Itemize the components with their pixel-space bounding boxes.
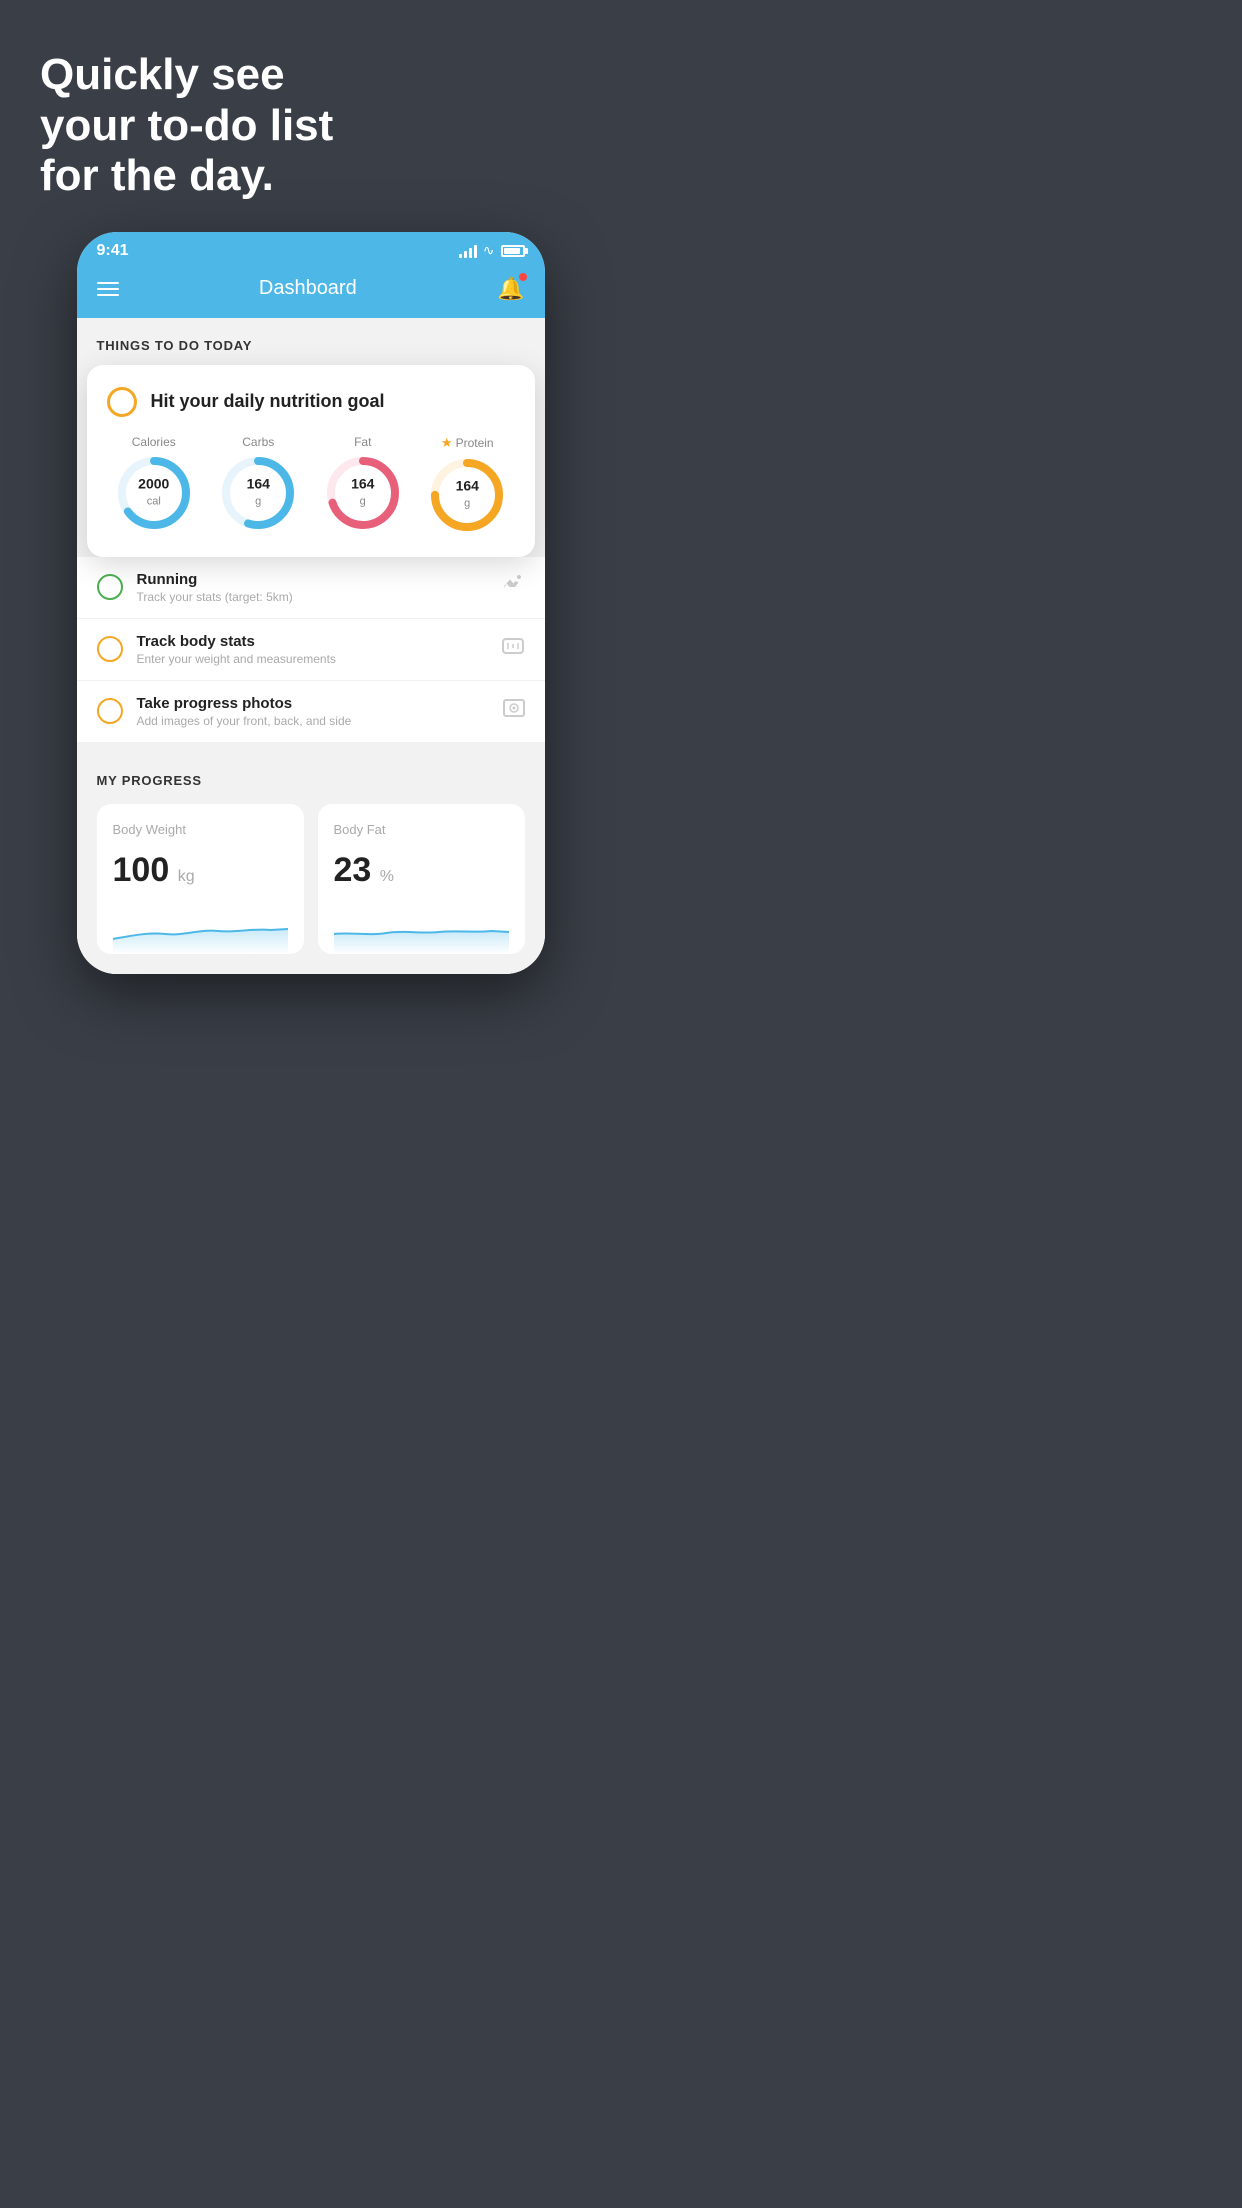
progress-photos-sub: Add images of your front, back, and side (137, 714, 489, 728)
wifi-icon: ∿ (483, 242, 495, 259)
notification-dot (519, 273, 527, 281)
body-stats-sub: Enter your weight and measurements (137, 652, 487, 666)
nutrition-card-title: Hit your daily nutrition goal (151, 391, 385, 412)
nav-bar: Dashboard 🔔 (77, 266, 545, 318)
progress-cards: Body Weight 100 kg (97, 804, 525, 954)
body-weight-label: Body Weight (113, 822, 288, 837)
body-stats-info: Track body stats Enter your weight and m… (137, 633, 487, 666)
battery-icon (501, 245, 525, 257)
things-to-do-heading: THINGS TO DO TODAY (77, 338, 545, 365)
status-icons: ∿ (459, 242, 525, 259)
running-check-circle[interactable] (97, 574, 123, 600)
body-fat-label: Body Fat (334, 822, 509, 837)
body-weight-card: Body Weight 100 kg (97, 804, 304, 954)
progress-heading: MY PROGRESS (97, 773, 525, 788)
fat-value: 164 (351, 476, 374, 491)
progress-photos-icon (503, 697, 525, 725)
status-time: 9:41 (97, 242, 129, 260)
running-sub: Track your stats (target: 5km) (137, 590, 485, 604)
carbs-unit: g (255, 496, 261, 508)
progress-photos-info: Take progress photos Add images of your … (137, 695, 489, 728)
todo-item-progress-photos[interactable]: Take progress photos Add images of your … (77, 681, 545, 743)
signal-icon (459, 244, 477, 258)
protein-unit: g (464, 498, 470, 510)
carbs-value: 164 (247, 476, 270, 491)
nutrition-check-circle[interactable] (107, 387, 137, 417)
body-fat-chart (334, 904, 509, 954)
carbs-label: Carbs (242, 435, 274, 449)
fat-unit: g (360, 496, 366, 508)
fat-item: Fat 164 g (323, 435, 403, 535)
protein-donut: 164 g (427, 455, 507, 535)
protein-label: ★ Protein (441, 435, 494, 451)
hero-title: Quickly see your to-do list for the day. (40, 50, 333, 202)
status-bar: 9:41 ∿ (77, 232, 545, 266)
body-fat-value-row: 23 % (334, 851, 509, 890)
calories-donut: 2000 cal (114, 453, 194, 533)
fat-donut: 164 g (323, 453, 403, 533)
progress-photos-name: Take progress photos (137, 695, 489, 712)
calories-label: Calories (132, 435, 176, 449)
running-icon (499, 573, 525, 601)
todo-list: Running Track your stats (target: 5km) T… (77, 557, 545, 743)
body-stats-check-circle[interactable] (97, 636, 123, 662)
todo-item-running[interactable]: Running Track your stats (target: 5km) (77, 557, 545, 619)
body-stats-icon (501, 635, 525, 663)
carbs-item: Carbs 164 g (218, 435, 298, 535)
card-header: Hit your daily nutrition goal (107, 387, 515, 417)
nav-title: Dashboard (259, 277, 357, 300)
notification-bell-button[interactable]: 🔔 (497, 276, 524, 302)
body-weight-value-row: 100 kg (113, 851, 288, 890)
protein-item: ★ Protein 164 g (427, 435, 507, 535)
body-weight-value: 100 (113, 851, 170, 889)
calories-item: Calories 2000 cal (114, 435, 194, 535)
menu-button[interactable] (97, 282, 119, 296)
carbs-donut: 164 g (218, 453, 298, 533)
phone-frame: 9:41 ∿ Dashboard 🔔 THINGS TO DO TODAY (77, 232, 545, 974)
body-fat-unit: % (380, 868, 394, 885)
nutrition-row: Calories 2000 cal Carbs (107, 435, 515, 535)
hero-section: Quickly see your to-do list for the day. (0, 0, 373, 232)
protein-star-icon: ★ (441, 435, 453, 451)
calories-unit: cal (147, 496, 161, 508)
body-weight-unit: kg (178, 868, 195, 885)
calories-value: 2000 (138, 476, 169, 491)
main-content: THINGS TO DO TODAY Hit your daily nutrit… (77, 318, 545, 974)
progress-section: MY PROGRESS Body Weight 100 kg (77, 743, 545, 974)
body-stats-name: Track body stats (137, 633, 487, 650)
body-weight-chart (113, 904, 288, 954)
body-fat-card: Body Fat 23 % (318, 804, 525, 954)
running-name: Running (137, 571, 485, 588)
fat-label: Fat (354, 435, 371, 449)
nutrition-card: Hit your daily nutrition goal Calories 2… (87, 365, 535, 557)
running-info: Running Track your stats (target: 5km) (137, 571, 485, 604)
body-fat-value: 23 (334, 851, 372, 889)
protein-value: 164 (456, 478, 479, 493)
todo-item-body-stats[interactable]: Track body stats Enter your weight and m… (77, 619, 545, 681)
progress-photos-check-circle[interactable] (97, 698, 123, 724)
